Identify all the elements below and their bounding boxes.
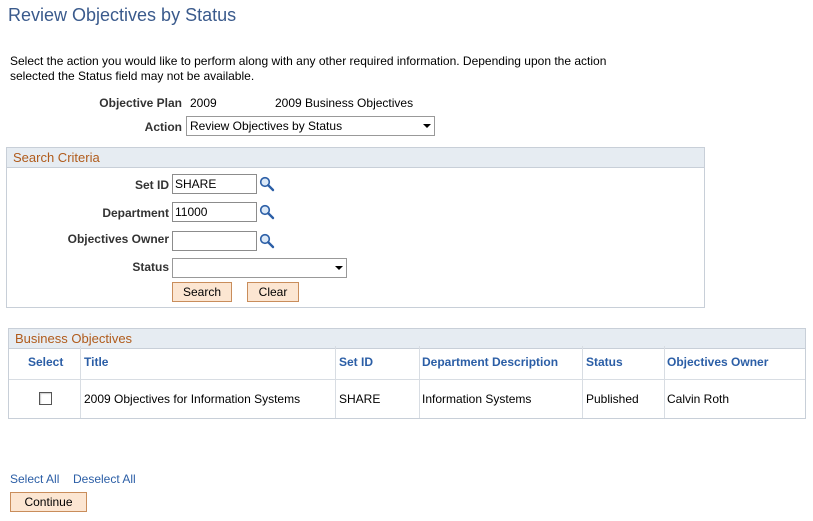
chevron-down-icon (420, 117, 434, 135)
setid-label: Set ID (134, 178, 169, 192)
page-title: Review Objectives by Status (8, 5, 237, 25)
department-label: Department (102, 206, 169, 220)
search-button[interactable]: Search (172, 282, 232, 302)
row-owner: Calvin Roth (667, 392, 730, 406)
select-all-link[interactable]: Select All (10, 472, 59, 486)
search-criteria-header: Search Criteria (7, 148, 704, 168)
column-header-title[interactable]: Title (84, 355, 108, 369)
status-select[interactable] (172, 258, 347, 278)
objectives-owner-lookup-icon[interactable] (259, 233, 275, 249)
deselect-all-link[interactable]: Deselect All (73, 472, 136, 486)
column-header-owner[interactable]: Objectives Owner (667, 355, 768, 369)
row-department: Information Systems (422, 392, 532, 406)
objective-plan-code: 2009 (190, 96, 217, 110)
department-lookup-icon[interactable] (259, 204, 275, 220)
row-select-checkbox[interactable] (39, 392, 52, 405)
department-input[interactable]: 11000 (172, 202, 257, 222)
clear-button[interactable]: Clear (247, 282, 299, 302)
objectives-owner-label: Objectives Owner (67, 232, 169, 246)
setid-input[interactable]: SHARE (172, 174, 257, 194)
objective-plan-description: 2009 Business Objectives (275, 96, 414, 110)
row-status: Published (586, 392, 639, 406)
objective-plan-label: Objective Plan (99, 96, 182, 110)
search-criteria-panel: Search Criteria (6, 147, 705, 308)
row-title: 2009 Objectives for Information Systems (84, 392, 301, 406)
row-setid: SHARE (339, 392, 381, 406)
continue-button[interactable]: Continue (10, 492, 87, 512)
action-label: Action (144, 120, 182, 134)
chevron-down-icon (332, 259, 346, 277)
status-label: Status (132, 260, 169, 274)
action-select-value: Review Objectives by Status (190, 119, 343, 133)
setid-lookup-icon[interactable] (259, 176, 275, 192)
column-header-setid[interactable]: Set ID (339, 355, 373, 369)
column-header-status[interactable]: Status (586, 355, 623, 369)
action-select[interactable]: Review Objectives by Status (186, 116, 435, 136)
column-header-department[interactable]: Department Description (422, 355, 558, 369)
intro-text: Select the action you would like to perf… (10, 54, 607, 83)
column-header-select: Select (28, 355, 64, 369)
objectives-owner-input[interactable] (172, 231, 257, 251)
